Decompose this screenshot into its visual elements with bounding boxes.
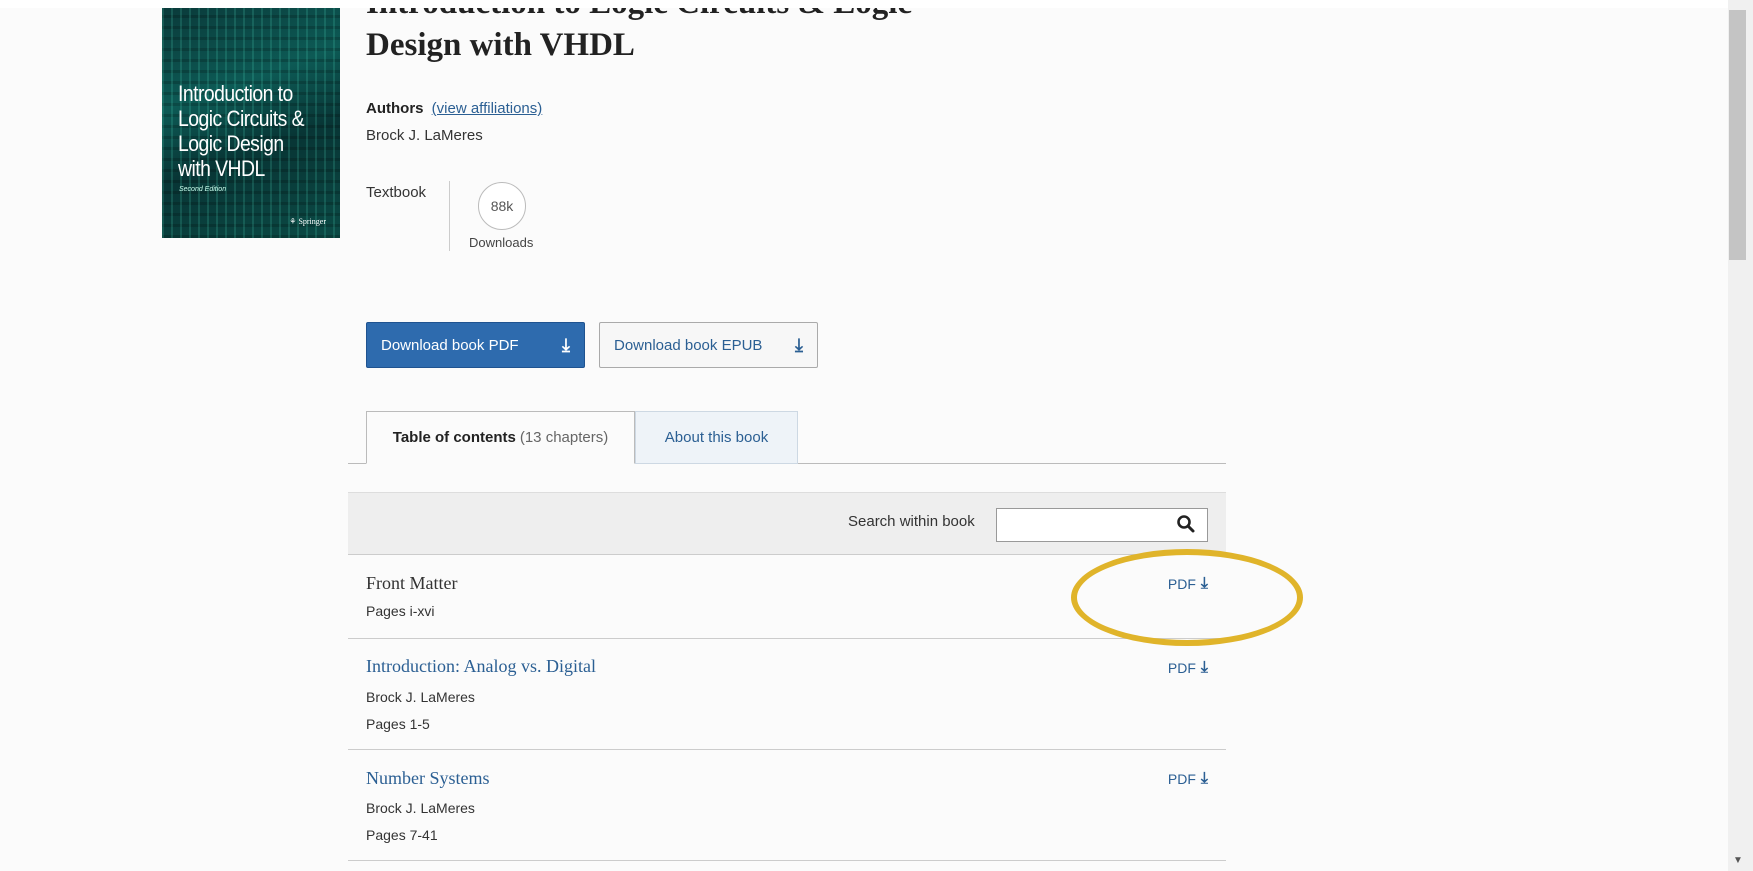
book-cover[interactable]: Introduction to Logic Circuits & Logic D… bbox=[162, 8, 340, 238]
book-type: Textbook bbox=[366, 184, 427, 201]
publisher-logo: ⚘ Springer bbox=[289, 217, 326, 226]
pdf-label: PDF bbox=[1167, 660, 1196, 676]
tab-toc-label: Table of contents bbox=[392, 429, 516, 446]
chapter-pdf-link[interactable]: PDF ⤓ bbox=[1168, 770, 1208, 788]
cover-title: Introduction to Logic Circuits & Logic D… bbox=[178, 81, 305, 181]
pdf-label: PDF bbox=[1167, 771, 1196, 787]
download-icon: ⤓ bbox=[562, 334, 570, 355]
chapter-pages: Pages 7-41 bbox=[366, 827, 438, 843]
chapter-pdf-link[interactable]: PDF ⤓ bbox=[1168, 659, 1208, 677]
authors-label: Authors bbox=[366, 100, 424, 117]
download-icon: ⤓ bbox=[1200, 770, 1208, 787]
search-icon[interactable] bbox=[1176, 514, 1196, 534]
download-icon: ⤓ bbox=[1200, 575, 1208, 592]
tab-about-this-book[interactable]: About this book bbox=[635, 411, 798, 464]
book-page: Introduction to Logic Circuits & Logic D… bbox=[0, 8, 1728, 871]
page-title: Introduction to Logic Circuits & Logic D… bbox=[366, 8, 912, 63]
authors-row: Authors (view affiliations) bbox=[366, 100, 542, 117]
author-name: Brock J. LaMeres bbox=[366, 127, 483, 144]
downloads-count: 88k bbox=[478, 182, 526, 230]
publisher-name: Springer bbox=[298, 217, 326, 226]
download-icon: ⤓ bbox=[795, 334, 803, 355]
tab-toc-count: (13 chapters) bbox=[519, 429, 609, 446]
scrollbar-thumb[interactable] bbox=[1729, 10, 1746, 260]
chapter-author: Brock J. LaMeres bbox=[366, 689, 475, 705]
chapter-item-number-systems: Number Systems Brock J. LaMeres Pages 7-… bbox=[348, 750, 1226, 861]
chapter-title-link[interactable]: Introduction: Analog vs. Digital bbox=[366, 656, 596, 677]
download-icon: ⤓ bbox=[1200, 659, 1208, 676]
downloads-label: Downloads bbox=[469, 235, 534, 250]
download-pdf-button[interactable]: Download book PDF ⤓ bbox=[366, 322, 585, 368]
chapter-pages: Pages 1-5 bbox=[366, 716, 430, 732]
download-epub-button[interactable]: Download book EPUB ⤓ bbox=[599, 322, 818, 368]
search-label: Search within book bbox=[848, 513, 975, 530]
chapter-title-link[interactable]: Number Systems bbox=[366, 768, 490, 789]
download-pdf-label: Download book PDF bbox=[381, 336, 519, 354]
divider bbox=[449, 181, 450, 251]
chapter-item-introduction: Introduction: Analog vs. Digital Brock J… bbox=[348, 639, 1226, 750]
chapter-pdf-link[interactable]: PDF ⤓ bbox=[1168, 575, 1208, 593]
scroll-down-icon[interactable]: ▼ bbox=[1733, 855, 1743, 866]
chapter-title: Front Matter bbox=[366, 573, 458, 593]
chapter-item-front-matter: Front Matter Pages i-xvi PDF ⤓ bbox=[348, 555, 1226, 639]
chapter-author: Brock J. LaMeres bbox=[366, 800, 475, 816]
pdf-label: PDF bbox=[1167, 576, 1196, 592]
download-epub-label: Download book EPUB bbox=[614, 336, 763, 354]
chapter-pages: Pages i-xvi bbox=[366, 603, 435, 619]
tab-table-of-contents[interactable]: Table of contents (13 chapters) bbox=[366, 411, 635, 464]
view-affiliations-link[interactable]: (view affiliations) bbox=[432, 100, 543, 117]
cover-edition: Second Edition bbox=[179, 186, 227, 193]
